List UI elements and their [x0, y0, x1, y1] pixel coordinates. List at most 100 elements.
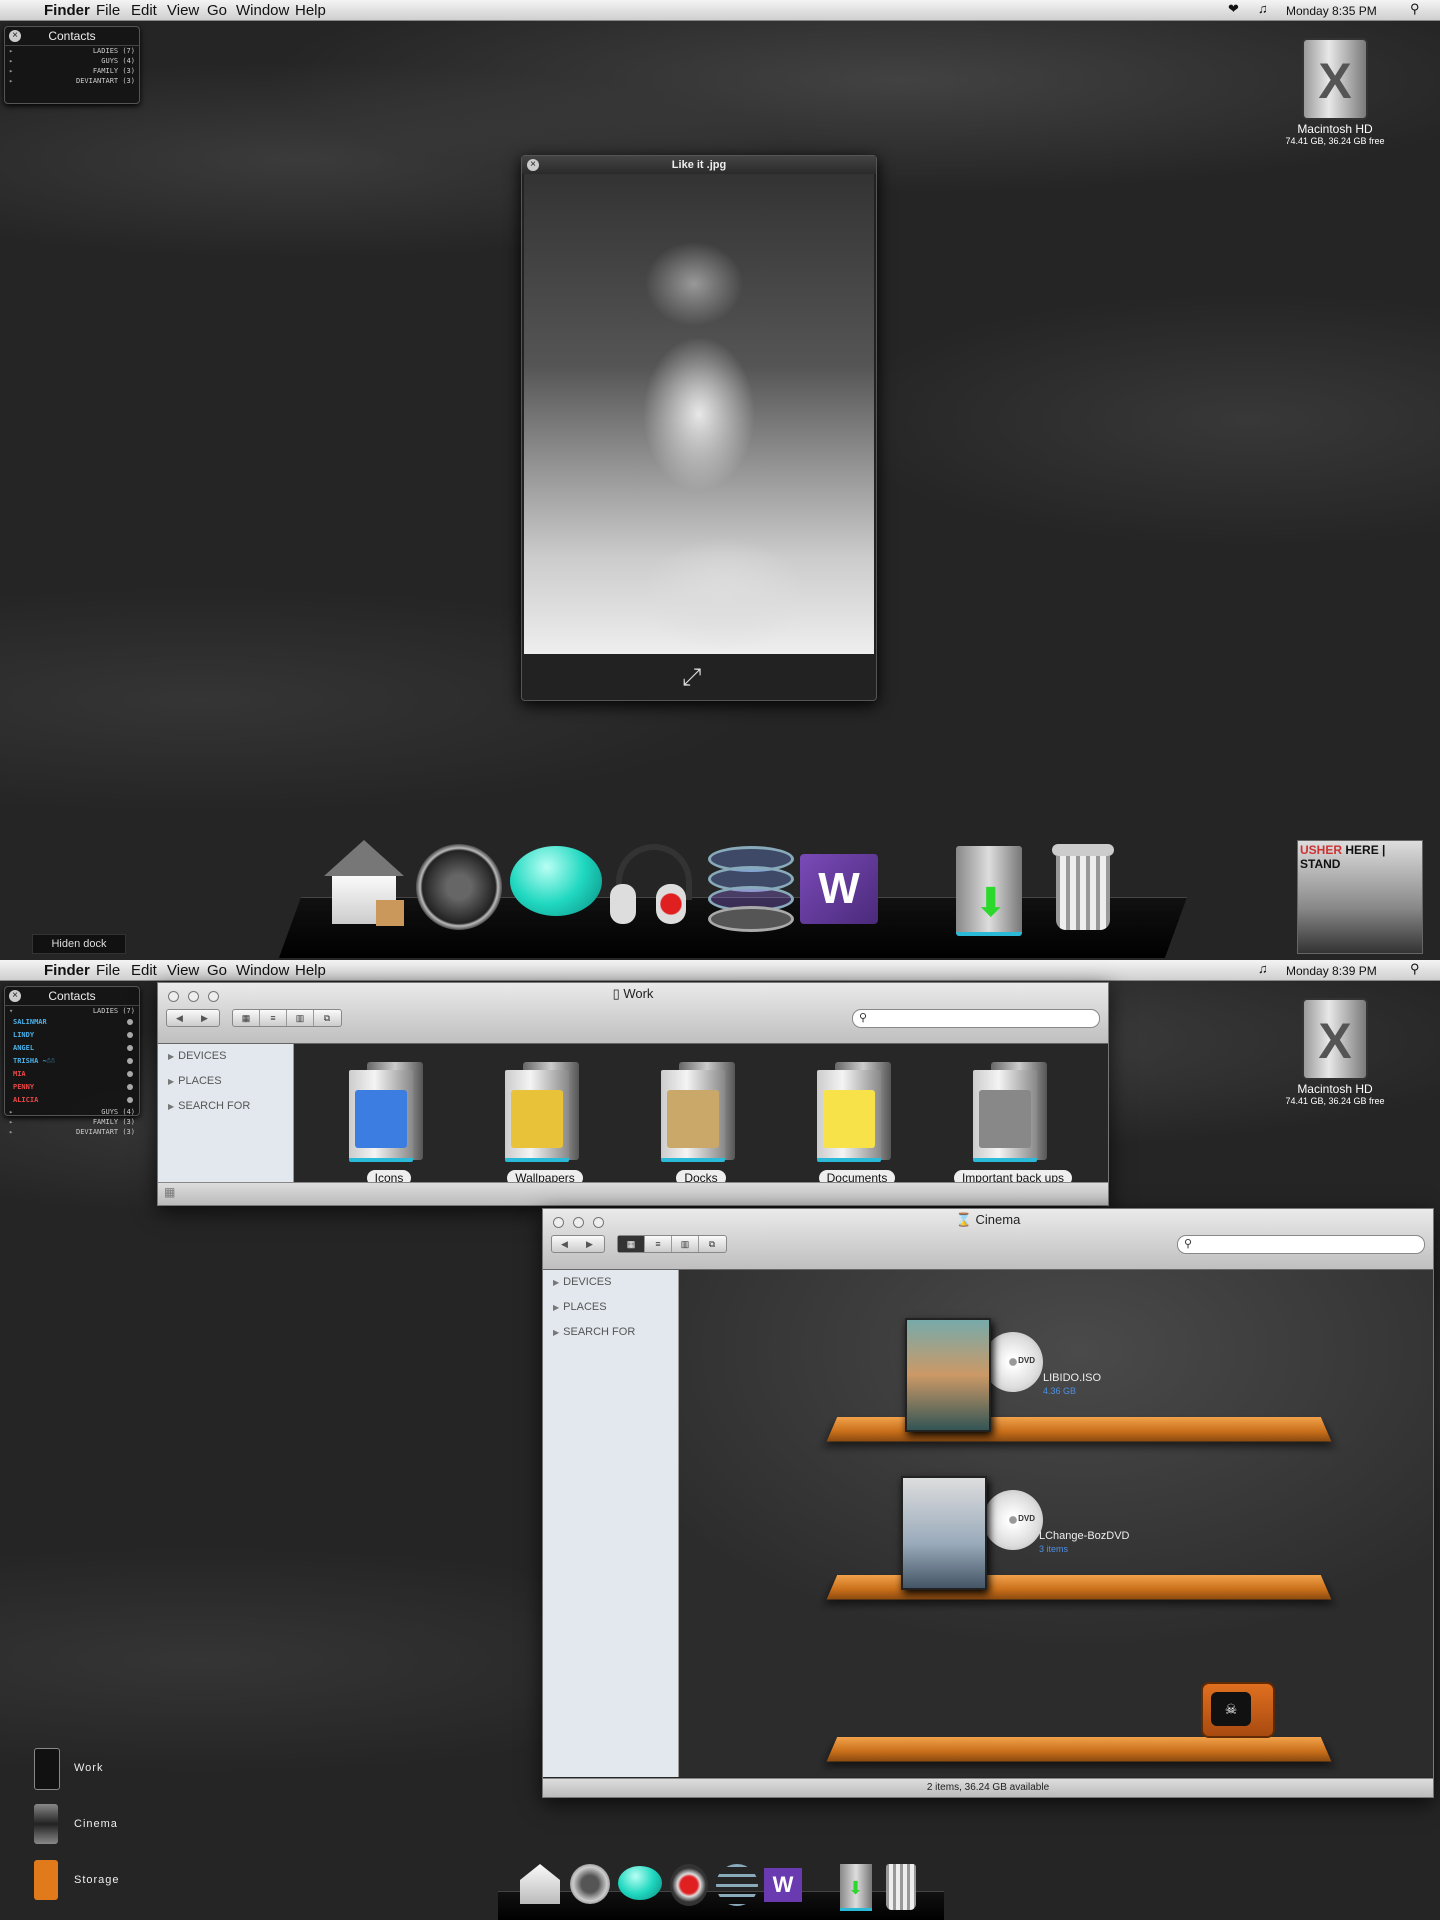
item-name[interactable]: LIBIDO.ISO: [1043, 1372, 1101, 1384]
wordpress-box-icon[interactable]: W: [764, 1868, 802, 1902]
finder-window-cinema[interactable]: ⌛ Cinema ◀ ▶ ▦ ≡ ▥ ⧉ ⚲ ▶ DEVICES ▶ PLACES ▶ SEA…: [542, 1208, 1434, 1798]
column-view-icon[interactable]: ▥: [287, 1010, 314, 1026]
contact-person[interactable]: SALINMAR: [5, 1016, 139, 1029]
trash-icon[interactable]: [1052, 844, 1114, 934]
downloads-folder-icon[interactable]: ⬇: [840, 1864, 872, 1911]
folder-item[interactable]: Icons61 items: [324, 1062, 454, 1198]
contacts-group[interactable]: ▸ FAMILY (3): [5, 1117, 139, 1127]
fullscreen-icon[interactable]: ⤢: [682, 664, 701, 692]
menu-help[interactable]: Help: [295, 2, 326, 19]
clock[interactable]: Monday 8:39 PM: [1286, 964, 1377, 978]
ichat-bubble-icon[interactable]: [510, 846, 602, 916]
close-icon[interactable]: ×: [9, 30, 21, 42]
contacts-group[interactable]: ▸ GUYS (4): [5, 1107, 139, 1117]
spotlight-icon[interactable]: ⚲: [1410, 1, 1420, 17]
close-icon[interactable]: ×: [9, 990, 21, 1002]
list-view-icon[interactable]: ≡: [260, 1010, 287, 1026]
stack-storage[interactable]: Storage: [28, 1860, 128, 1912]
folder-item[interactable]: Docks7 items: [636, 1062, 766, 1198]
heart-icon[interactable]: ❤: [1228, 1, 1239, 17]
home-icon[interactable]: [318, 840, 408, 930]
stack-cinema[interactable]: Cinema: [28, 1804, 128, 1856]
back-arrow-icon[interactable]: ◀: [552, 1236, 577, 1252]
folder-item[interactable]: Documents7 items: [792, 1062, 922, 1198]
dashboard-gauge-icon[interactable]: [570, 1864, 610, 1904]
dvd-case-libido[interactable]: [905, 1318, 991, 1432]
contact-person[interactable]: MIA: [5, 1068, 139, 1081]
home-icon[interactable]: [520, 1864, 560, 1904]
sidebar-places[interactable]: ▶ PLACES: [543, 1295, 678, 1320]
menu-view[interactable]: View: [167, 962, 199, 979]
sidebar-search-for[interactable]: ▶ SEARCH FOR: [543, 1320, 678, 1345]
contacts-group-open[interactable]: ▾ LADIES (7): [5, 1006, 139, 1016]
menu-go[interactable]: Go: [207, 962, 227, 979]
menu-help[interactable]: Help: [295, 962, 326, 979]
trash-icon[interactable]: [886, 1864, 916, 1910]
nav-buttons: ◀ ▶: [166, 1009, 220, 1027]
sidebar-search-for[interactable]: ▶ SEARCH FOR: [158, 1094, 293, 1119]
macintosh-hd[interactable]: X Macintosh HD 74.41 GB, 36.24 GB free: [1265, 1000, 1405, 1106]
contacts-group[interactable]: ▸ DEVIANTART (3): [5, 76, 139, 86]
contacts-group[interactable]: ▸ FAMILY (3): [5, 66, 139, 76]
contact-person[interactable]: ALICIA: [5, 1094, 139, 1107]
shelf: [826, 1416, 1332, 1442]
clock[interactable]: Monday 8:35 PM: [1286, 4, 1377, 18]
search-field[interactable]: ⚲: [852, 1009, 1100, 1028]
dashboard-gauge-icon[interactable]: [416, 844, 502, 930]
folder-item[interactable]: Wallpapers13 items: [480, 1062, 610, 1198]
menu-file[interactable]: File: [96, 962, 120, 979]
item-name[interactable]: LChange-BozDVD: [1039, 1530, 1130, 1542]
headphones-icon[interactable]: [610, 844, 692, 934]
list-view-icon[interactable]: ≡: [645, 1236, 672, 1252]
contact-person[interactable]: TRISHA ~☃☃: [5, 1055, 139, 1068]
contact-name: PENNY: [13, 1083, 35, 1091]
tv-icon[interactable]: ☠: [1201, 1682, 1275, 1738]
finder-window-work[interactable]: ▯ Work ◀ ▶ ▦ ≡ ▥ ⧉ ⚲ ▶ DEVICES ▶ PLACES ▶ SEARC…: [157, 982, 1109, 1206]
coverflow-view-icon[interactable]: ⧉: [699, 1236, 725, 1252]
stack-disks-icon[interactable]: [716, 1864, 758, 1906]
ichat-bubble-icon[interactable]: [618, 1866, 662, 1900]
search-field[interactable]: ⚲: [1177, 1235, 1425, 1254]
menu-window[interactable]: Window: [236, 2, 289, 19]
icon-view-icon[interactable]: ▦: [233, 1010, 260, 1026]
sidebar-devices[interactable]: ▶ DEVICES: [543, 1270, 678, 1295]
menu-app-finder[interactable]: Finder: [44, 962, 90, 979]
sidebar-places[interactable]: ▶ PLACES: [158, 1069, 293, 1094]
quicklook-viewer[interactable]: Like it .jpg × ⤢: [521, 155, 877, 701]
contact-person[interactable]: ANGEL: [5, 1042, 139, 1055]
music-note-icon[interactable]: ♫: [1258, 1, 1268, 16]
menu-file[interactable]: File: [96, 2, 120, 19]
downloads-folder-icon[interactable]: ⬇: [956, 846, 1022, 936]
menu-edit[interactable]: Edit: [131, 2, 157, 19]
album-art-widget[interactable]: USHER HERE | STAND: [1297, 840, 1423, 954]
hidden-dock-button[interactable]: Hiden dock: [32, 934, 126, 954]
folder-item[interactable]: Important back ups8 items: [948, 1062, 1078, 1198]
contacts-group[interactable]: ▸ LADIES (7): [5, 46, 139, 56]
contact-person[interactable]: PENNY: [5, 1081, 139, 1094]
menu-window[interactable]: Window: [236, 962, 289, 979]
wordpress-box-icon[interactable]: W: [800, 854, 878, 924]
column-view-icon[interactable]: ▥: [672, 1236, 699, 1252]
forward-arrow-icon[interactable]: ▶: [192, 1010, 217, 1026]
close-icon[interactable]: ×: [527, 159, 539, 171]
dvd-case-lchange[interactable]: [901, 1476, 987, 1590]
contact-person[interactable]: LINDY: [5, 1029, 139, 1042]
stack-work[interactable]: Work: [28, 1748, 128, 1800]
contacts-group[interactable]: ▸ GUYS (4): [5, 56, 139, 66]
item-size: 4.36 GB: [1043, 1386, 1077, 1396]
coverflow-view-icon[interactable]: ⧉: [314, 1010, 340, 1026]
icon-view-icon[interactable]: ▦: [618, 1236, 645, 1252]
headphones-icon[interactable]: [670, 1864, 708, 1906]
menu-go[interactable]: Go: [207, 2, 227, 19]
menu-view[interactable]: View: [167, 2, 199, 19]
contacts-group[interactable]: ▸ DEVIANTART (3): [5, 1127, 139, 1137]
music-note-icon[interactable]: ♫: [1258, 961, 1268, 976]
spotlight-icon[interactable]: ⚲: [1410, 961, 1420, 977]
back-arrow-icon[interactable]: ◀: [167, 1010, 192, 1026]
macintosh-hd[interactable]: X Macintosh HD 74.41 GB, 36.24 GB free: [1265, 40, 1405, 146]
menu-edit[interactable]: Edit: [131, 962, 157, 979]
sidebar-devices[interactable]: ▶ DEVICES: [158, 1044, 293, 1069]
forward-arrow-icon[interactable]: ▶: [577, 1236, 602, 1252]
stack-disks-icon[interactable]: [708, 846, 794, 932]
menu-app-finder[interactable]: Finder: [44, 2, 90, 19]
